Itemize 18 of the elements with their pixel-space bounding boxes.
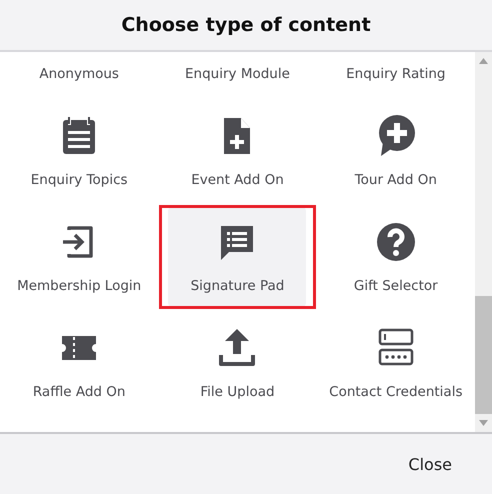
- scroll-up-icon[interactable]: [479, 58, 488, 64]
- content-type-option[interactable]: Event Add On: [168, 101, 306, 201]
- scroll-down-icon[interactable]: [479, 420, 488, 426]
- content-type-option[interactable]: Contact Credentials: [326, 313, 465, 413]
- dialog-title: Choose type of content: [121, 14, 371, 36]
- content-type-option[interactable]: File Upload: [168, 313, 306, 413]
- content-type-option[interactable]: Membership Login: [10, 207, 148, 307]
- content-type-option[interactable]: Gift Selector: [326, 207, 465, 307]
- scrollbar[interactable]: [475, 52, 492, 432]
- content-type-option[interactable]: Anonymous: [10, 66, 148, 82]
- content-type-option[interactable]: Tour Add On: [326, 101, 465, 201]
- content-type-option[interactable]: Enquiry Topics: [10, 101, 148, 201]
- scrollbar-thumb[interactable]: [475, 296, 492, 414]
- close-button[interactable]: Close: [406, 448, 454, 480]
- content-type-option[interactable]: Enquiry Module: [168, 66, 306, 82]
- content-type-option[interactable]: Raffle Add On: [10, 313, 148, 413]
- content-type-option[interactable]: Signature Pad: [168, 207, 306, 307]
- content-type-option[interactable]: Enquiry Rating: [326, 66, 465, 82]
